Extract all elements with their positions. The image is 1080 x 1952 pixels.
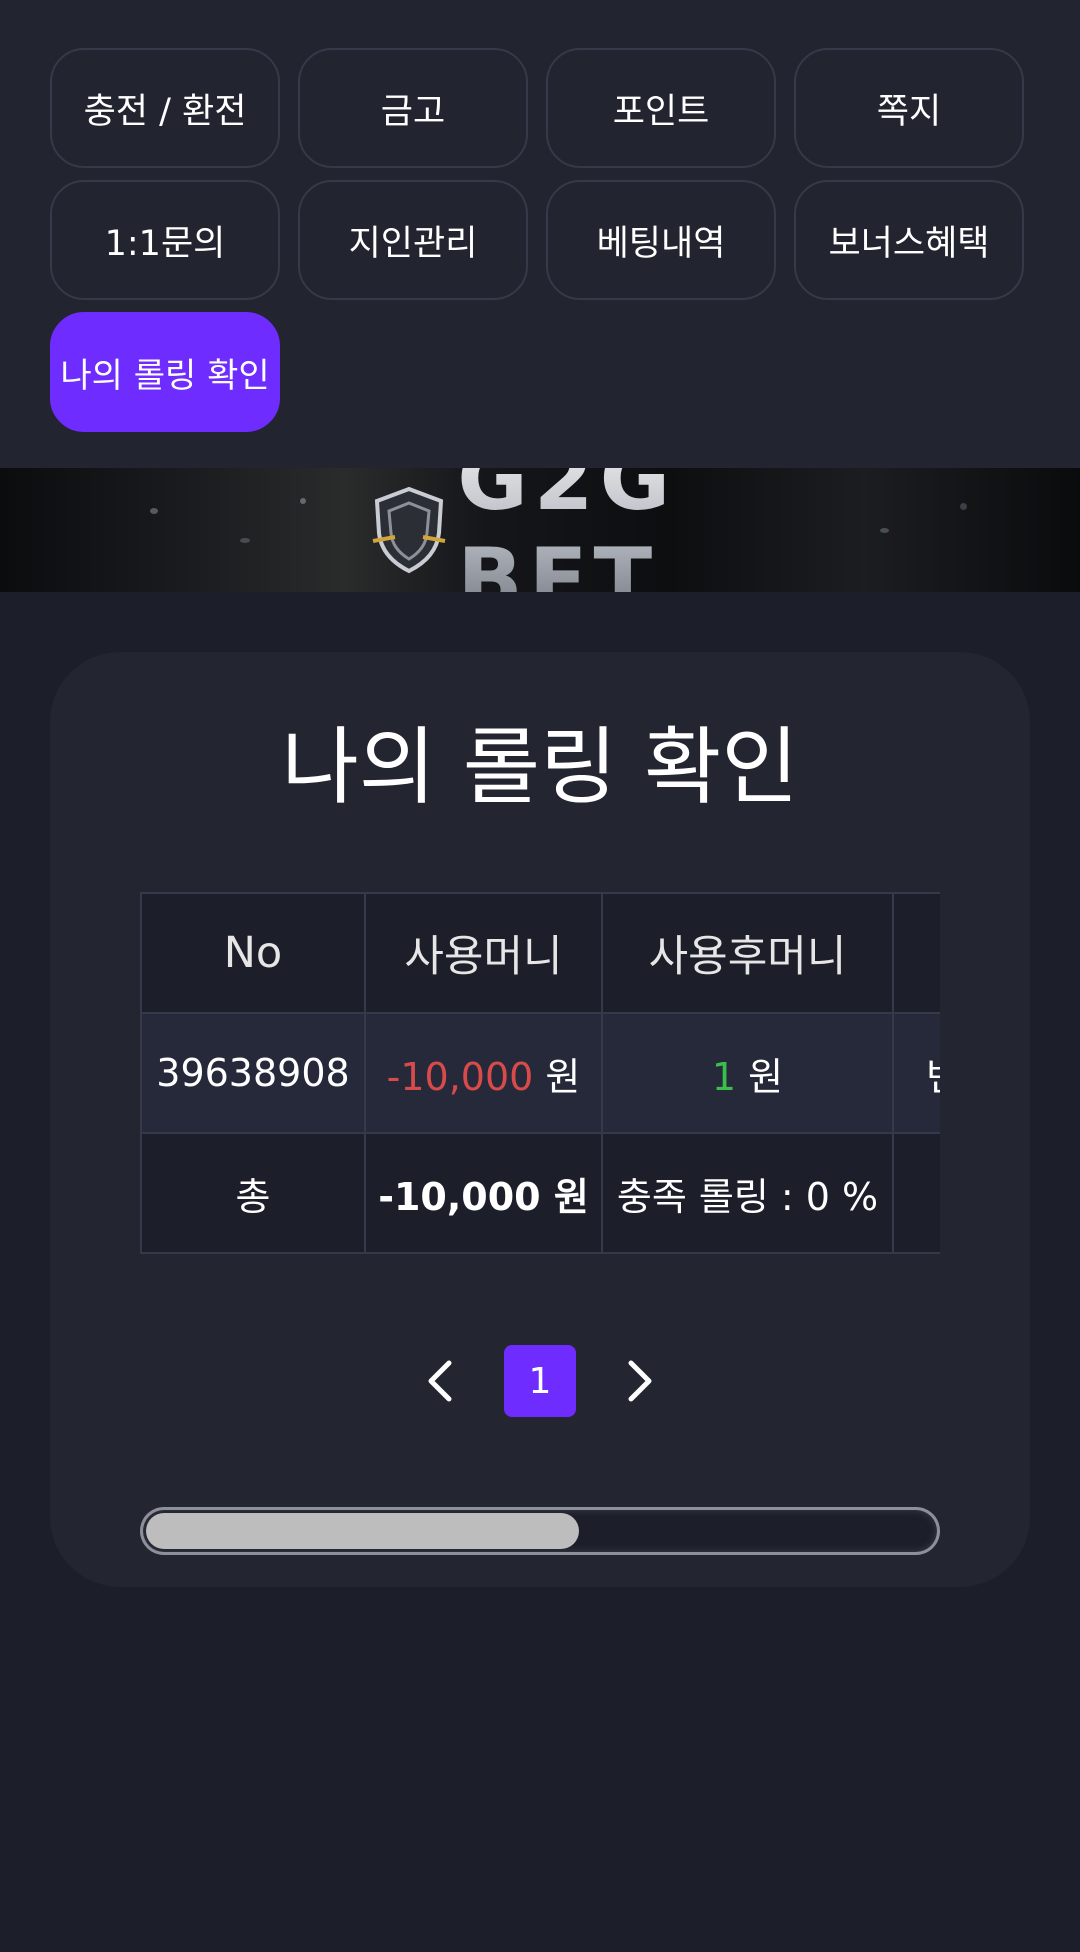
total-label: 총 xyxy=(140,1132,366,1254)
my-page-menu: 충전 / 환전 금고 포인트 쪽지 1:1문의 지인관리 베팅내역 보너스혜택 … xyxy=(0,0,1080,468)
header-used-money: 사용머니 xyxy=(364,892,603,1014)
cell-extra: 변 xyxy=(892,1012,940,1134)
horizontal-scrollbar[interactable] xyxy=(140,1507,940,1555)
used-amount: -10,000 xyxy=(386,1054,534,1099)
nav-messages-button[interactable]: 쪽지 xyxy=(794,48,1024,168)
table-header-row: No 사용머니 사용후머니 xyxy=(140,892,940,1014)
page-number-button[interactable]: 1 xyxy=(504,1345,576,1417)
nav-vault-button[interactable]: 금고 xyxy=(298,48,528,168)
prev-page-chevron-left-icon[interactable] xyxy=(412,1353,468,1409)
cell-after-money: 1 원 xyxy=(601,1012,894,1134)
total-rolling: 충족 롤링 : 0 % xyxy=(601,1132,894,1254)
total-extra xyxy=(892,1132,940,1254)
nav-referral-button[interactable]: 지인관리 xyxy=(298,180,528,300)
after-amount: 1 xyxy=(711,1054,737,1099)
nav-betting-history-button[interactable]: 베팅내역 xyxy=(546,180,776,300)
nav-deposit-withdraw-button[interactable]: 충전 / 환전 xyxy=(50,48,280,168)
total-amount: -10,000 원 xyxy=(364,1132,603,1254)
page-title: 나의 롤링 확인 xyxy=(281,718,799,816)
header-after-money: 사용후머니 xyxy=(601,892,894,1014)
nav-inquiry-button[interactable]: 1:1문의 xyxy=(50,180,280,300)
nav-points-button[interactable]: 포인트 xyxy=(546,48,776,168)
table-total-row: 총 -10,000 원 충족 롤링 : 0 % xyxy=(140,1132,940,1254)
header-extra xyxy=(892,892,940,1014)
brand-banner: G2G BET xyxy=(0,468,1080,592)
nav-my-rolling-button[interactable]: 나의 롤링 확인 xyxy=(50,312,280,432)
brand-logo-text: G2G BET xyxy=(457,468,860,592)
pagination: 1 xyxy=(50,1344,1030,1418)
header-no: No xyxy=(140,892,366,1014)
table-row: 39638908 -10,000 원 1 원 변 xyxy=(140,1012,940,1134)
used-unit: 원 xyxy=(533,1054,581,1099)
nav-bonus-button[interactable]: 보너스혜택 xyxy=(794,180,1024,300)
next-page-chevron-right-icon[interactable] xyxy=(612,1353,668,1409)
scrollbar-thumb[interactable] xyxy=(146,1513,579,1549)
cell-extra-text: 변 xyxy=(926,1055,940,1099)
cell-no: 39638908 xyxy=(140,1012,366,1134)
brand-logo: G2G BET xyxy=(360,468,860,592)
shield-logo-icon xyxy=(360,480,457,580)
rolling-table-scroll-area[interactable]: No 사용머니 사용후머니 39638908 -10,000 원 1 원 변 총… xyxy=(140,892,940,1264)
after-unit: 원 xyxy=(736,1054,784,1099)
rolling-table: No 사용머니 사용후머니 39638908 -10,000 원 1 원 변 총… xyxy=(140,892,940,1254)
cell-used-money: -10,000 원 xyxy=(364,1012,603,1134)
rolling-card: 나의 롤링 확인 No 사용머니 사용후머니 39638908 -10,000 … xyxy=(50,652,1030,1587)
